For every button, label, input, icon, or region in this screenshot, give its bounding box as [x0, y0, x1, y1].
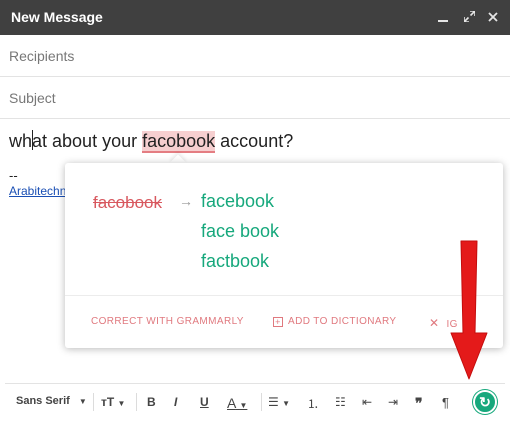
- body-text-middle: at about your: [32, 131, 143, 151]
- indent-more-icon[interactable]: ⇥: [388, 395, 398, 409]
- signature-link[interactable]: Arabitechnomedia: [9, 184, 65, 198]
- misspelled-word[interactable]: facobook: [142, 131, 216, 153]
- subject-placeholder: Subject: [9, 90, 56, 106]
- indent-less-icon[interactable]: ⇤: [362, 395, 372, 409]
- grammarly-icon[interactable]: ↻: [473, 390, 497, 414]
- close-icon[interactable]: [484, 7, 502, 27]
- compose-titlebar: New Message: [0, 0, 510, 35]
- quote-icon[interactable]: ❞: [415, 395, 423, 412]
- toolbar-divider: [261, 393, 262, 411]
- add-to-dictionary-button[interactable]: + ADD TO DICTIONARY: [273, 316, 397, 327]
- toolbar-divider: [136, 393, 137, 411]
- align-icon[interactable]: ☰ ▼: [268, 395, 290, 409]
- body-text-end: account?: [215, 131, 294, 151]
- correct-with-grammarly-button[interactable]: CORRECT WITH GRAMMARLY: [91, 316, 244, 327]
- text-color-button[interactable]: A ▼: [227, 395, 247, 411]
- suggestion-facebook[interactable]: facebook: [201, 191, 274, 212]
- recipients-placeholder: Recipients: [9, 48, 75, 64]
- plus-icon: +: [273, 317, 283, 327]
- recipients-field[interactable]: Recipients: [0, 35, 510, 77]
- font-family-select[interactable]: Sans Serif ▼: [16, 395, 87, 407]
- clear-formatting-icon[interactable]: ¶: [442, 395, 449, 410]
- signature-dash: --: [9, 168, 18, 183]
- italic-button[interactable]: I: [174, 395, 177, 409]
- underline-button[interactable]: U: [200, 395, 209, 409]
- formatting-toolbar: Sans Serif ▼ тT ▼ B I U A ▼ ☰ ▼ ⒈ ☷ ⇤ ⇥ …: [5, 383, 505, 420]
- text-size-icon[interactable]: тT ▼: [101, 395, 125, 409]
- window-title: New Message: [11, 9, 103, 25]
- bulleted-list-icon[interactable]: ☷: [335, 395, 346, 409]
- suggestion-factbook[interactable]: factbook: [201, 251, 269, 272]
- toolbar-divider: [93, 393, 94, 411]
- grammarly-suggestion-popup: facobook → facebook face book factbook C…: [65, 163, 503, 348]
- subject-field[interactable]: Subject: [0, 77, 510, 119]
- text-color-label: A: [227, 395, 236, 411]
- add-to-dictionary-label: ADD TO DICTIONARY: [288, 316, 397, 327]
- suggestion-face-book[interactable]: face book: [201, 221, 279, 242]
- bold-button[interactable]: B: [147, 395, 156, 409]
- message-body[interactable]: what about your facobook account?: [9, 130, 294, 153]
- popup-divider: [65, 295, 503, 296]
- arrow-icon: →: [179, 193, 193, 209]
- font-family-label: Sans Serif: [16, 395, 70, 407]
- minimize-icon[interactable]: [434, 7, 452, 27]
- numbered-list-icon[interactable]: ⒈: [307, 395, 319, 412]
- body-text-start: wh: [9, 131, 33, 151]
- expand-icon[interactable]: [460, 7, 478, 27]
- x-icon: ✕: [429, 316, 440, 330]
- red-arrow-annotation: [450, 240, 488, 380]
- original-word: facobook: [93, 193, 162, 212]
